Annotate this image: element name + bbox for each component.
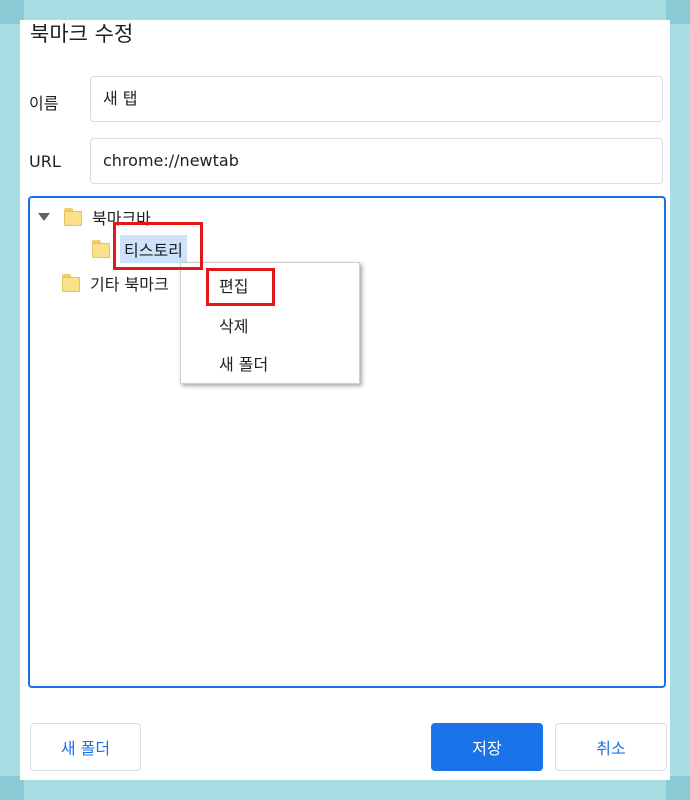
save-button[interactable]: 저장: [431, 723, 543, 771]
tree-item-label: 티스토리: [120, 235, 187, 263]
expand-arrow-icon[interactable]: [38, 213, 50, 221]
menu-item-new-folder[interactable]: 새 폴더: [219, 351, 268, 375]
folder-icon: [64, 208, 82, 226]
cancel-button[interactable]: 취소: [555, 723, 667, 771]
folder-icon: [62, 274, 80, 292]
menu-item-edit[interactable]: 편집: [219, 273, 248, 297]
name-field[interactable]: 새 탭: [90, 76, 663, 122]
tree-item-label: 북마크바: [92, 209, 151, 228]
context-menu: 편집 삭제 새 폴더: [180, 262, 360, 384]
new-folder-button[interactable]: 새 폴더: [30, 723, 141, 771]
name-label: 이름: [29, 94, 59, 113]
tree-item-tistory[interactable]: 티스토리: [92, 235, 187, 263]
tree-item-label: 기타 북마크: [90, 275, 169, 294]
tree-item-bookmarks-bar[interactable]: 북마크바: [38, 204, 151, 230]
url-label: URL: [29, 152, 61, 171]
edit-bookmark-dialog: 북마크 수정 이름 새 탭 URL chrome://newtab 북마크바 티…: [20, 20, 670, 780]
folder-icon: [92, 240, 110, 258]
url-field[interactable]: chrome://newtab: [90, 138, 663, 184]
menu-item-delete[interactable]: 삭제: [219, 313, 248, 337]
dialog-title: 북마크 수정: [30, 22, 134, 46]
tree-item-other-bookmarks[interactable]: 기타 북마크: [62, 270, 169, 296]
